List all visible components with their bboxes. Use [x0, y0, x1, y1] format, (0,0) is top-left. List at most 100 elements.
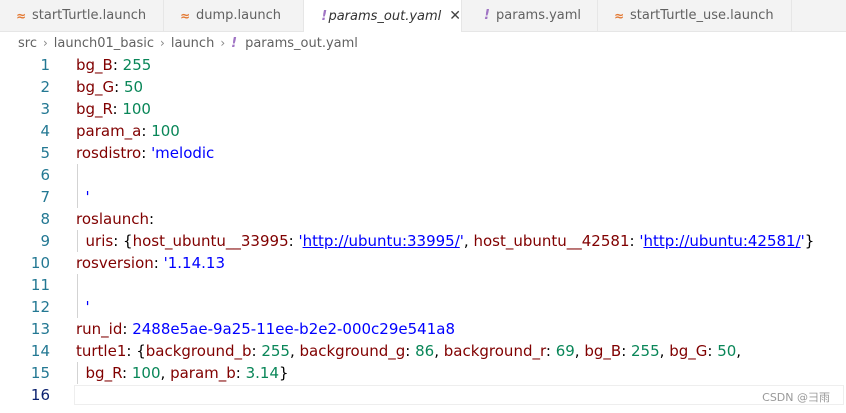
code-text: rosversion: '1.14.13: [76, 252, 225, 274]
token-plain: :: [545, 342, 556, 360]
breadcrumb-item[interactable]: params_out.yaml: [245, 36, 358, 51]
token-plain: : {: [126, 342, 146, 360]
indent-guide: [77, 164, 78, 186]
indent-guide: [77, 296, 78, 318]
token-plain: :: [141, 144, 152, 162]
tab-params-yaml[interactable]: ! params.yaml: [462, 0, 598, 31]
close-icon[interactable]: ✕: [449, 8, 461, 24]
token-plain: :: [405, 342, 416, 360]
yaml-file-icon: !: [231, 35, 238, 51]
rss-file-icon: ≈: [180, 8, 191, 23]
token-num: 50: [717, 342, 737, 360]
code-line[interactable]: 7 ': [0, 186, 846, 208]
code-line[interactable]: 14 turtle1: {background_b: 255, backgroun…: [0, 340, 846, 362]
code-line[interactable]: 15 bg_R: 100, param_b: 3.14}: [0, 362, 846, 384]
tab-label: startTurtle.launch: [32, 8, 147, 23]
code-line[interactable]: 16: [0, 384, 846, 406]
token-plain: : {: [113, 232, 133, 250]
breadcrumb: src › launch01_basic › launch ›! params_out.ya…: [0, 32, 846, 54]
token-plain: ,: [736, 342, 742, 360]
code-text: rosdistro: 'melodic: [76, 142, 214, 164]
tab-dump-launch[interactable]: ≈ dump.launch: [164, 0, 304, 31]
token-str: ': [76, 188, 90, 206]
token-key: bg_B: [76, 56, 113, 74]
indent-guide: [77, 274, 78, 296]
token-str: ': [76, 298, 90, 316]
token-plain: :: [148, 210, 155, 228]
code-text: turtle1: {background_b: 255, background_…: [76, 340, 741, 362]
code-text: param_a: 100: [76, 120, 180, 142]
token-key: background_b: [145, 342, 252, 360]
token-key: roslaunch: [76, 210, 149, 228]
token-num: 100: [151, 122, 180, 140]
code-line[interactable]: 6: [0, 164, 846, 186]
code-text: bg_R: 100: [76, 98, 151, 120]
code-line[interactable]: 2 bg_G: 50: [0, 76, 846, 98]
token-num: 86: [415, 342, 435, 360]
tab-startturtle-launch[interactable]: ≈ startTurtle.launch: [0, 0, 164, 31]
code-line[interactable]: 11: [0, 274, 846, 296]
line-number: 16: [30, 386, 50, 404]
code-line[interactable]: 4 param_a: 100: [0, 120, 846, 142]
token-plain: ,: [434, 342, 444, 360]
code-line[interactable]: 8 roslaunch:: [0, 208, 846, 230]
breadcrumb-item[interactable]: src: [18, 36, 37, 51]
code-text: ': [76, 296, 90, 318]
chevron-right-icon: ›: [42, 36, 48, 50]
token-plain: :: [288, 232, 299, 250]
token-link[interactable]: http://ubuntu:42581/: [643, 232, 800, 250]
code-line[interactable]: 3 bg_R: 100: [0, 98, 846, 120]
token-key: uris: [76, 232, 114, 250]
code-line[interactable]: 1 bg_B: 255: [0, 54, 846, 76]
current-line-highlight: [74, 385, 844, 405]
tab-params-out-yaml[interactable]: ! params_out.yaml ✕: [304, 0, 462, 32]
token-num: 255: [261, 342, 290, 360]
token-str: 'melodic: [151, 144, 215, 162]
tab-label: params.yaml: [496, 8, 582, 23]
indent-guide: [77, 362, 78, 384]
token-plain: :: [235, 364, 246, 382]
line-number: 15: [30, 364, 50, 382]
code-line[interactable]: 12 ': [0, 296, 846, 318]
code-line[interactable]: 5 rosdistro: 'melodic: [0, 142, 846, 164]
token-link[interactable]: http://ubuntu:33995/: [303, 232, 460, 250]
token-key: bg_R: [76, 364, 123, 382]
code-line[interactable]: 10 rosversion: '1.14.13: [0, 252, 846, 274]
token-key: rosversion: [76, 254, 154, 272]
line-number: 2: [40, 78, 50, 96]
token-key: run_id: [76, 320, 123, 338]
code-editor[interactable]: 1 bg_B: 255 2 bg_G: 50 3 bg_R: 100 4 param_a: 1…: [0, 54, 846, 413]
code-text: bg_B: 255: [76, 54, 151, 76]
token-key: host_ubuntu__42581: [473, 232, 630, 250]
watermark: CSDN @彐雨: [762, 391, 830, 404]
tab-label: params_out.yaml: [328, 8, 442, 24]
token-plain: :: [621, 342, 632, 360]
token-plain: :: [112, 100, 123, 118]
line-number: 13: [30, 320, 50, 338]
breadcrumb-item[interactable]: launch: [171, 36, 214, 51]
breadcrumb-item[interactable]: launch01_basic: [54, 36, 154, 51]
token-key: turtle1: [76, 342, 127, 360]
line-number: 7: [40, 188, 50, 206]
indent-guide: [77, 230, 78, 252]
code-line[interactable]: 9 uris: {host_ubuntu__33995: 'http://ubu…: [0, 230, 846, 252]
token-key: bg_R: [76, 100, 113, 118]
rss-file-icon: ≈: [16, 8, 27, 23]
line-number: 3: [40, 100, 50, 118]
token-key: host_ubuntu__33995: [132, 232, 289, 250]
token-num: 100: [131, 364, 161, 382]
token-key: bg_B: [584, 342, 622, 360]
indent-guide: [77, 186, 78, 208]
tab-startturtle-use-launch[interactable]: ≈ startTurtle_use.launch: [598, 0, 792, 31]
token-plain: ,: [289, 342, 300, 360]
token-str: '1.14.13: [163, 254, 225, 272]
token-plain: :: [122, 320, 133, 338]
token-key: background_r: [443, 342, 546, 360]
token-num: 69: [555, 342, 575, 360]
token-plain: ,: [659, 342, 670, 360]
token-plain: :: [141, 122, 152, 140]
token-key: bg_G: [76, 78, 115, 96]
code-text: bg_G: 50: [76, 76, 143, 98]
token-key: param_a: [76, 122, 142, 140]
code-line[interactable]: 13 run_id: 2488e5ae-9a25-11ee-b2e2-000c29…: [0, 318, 846, 340]
